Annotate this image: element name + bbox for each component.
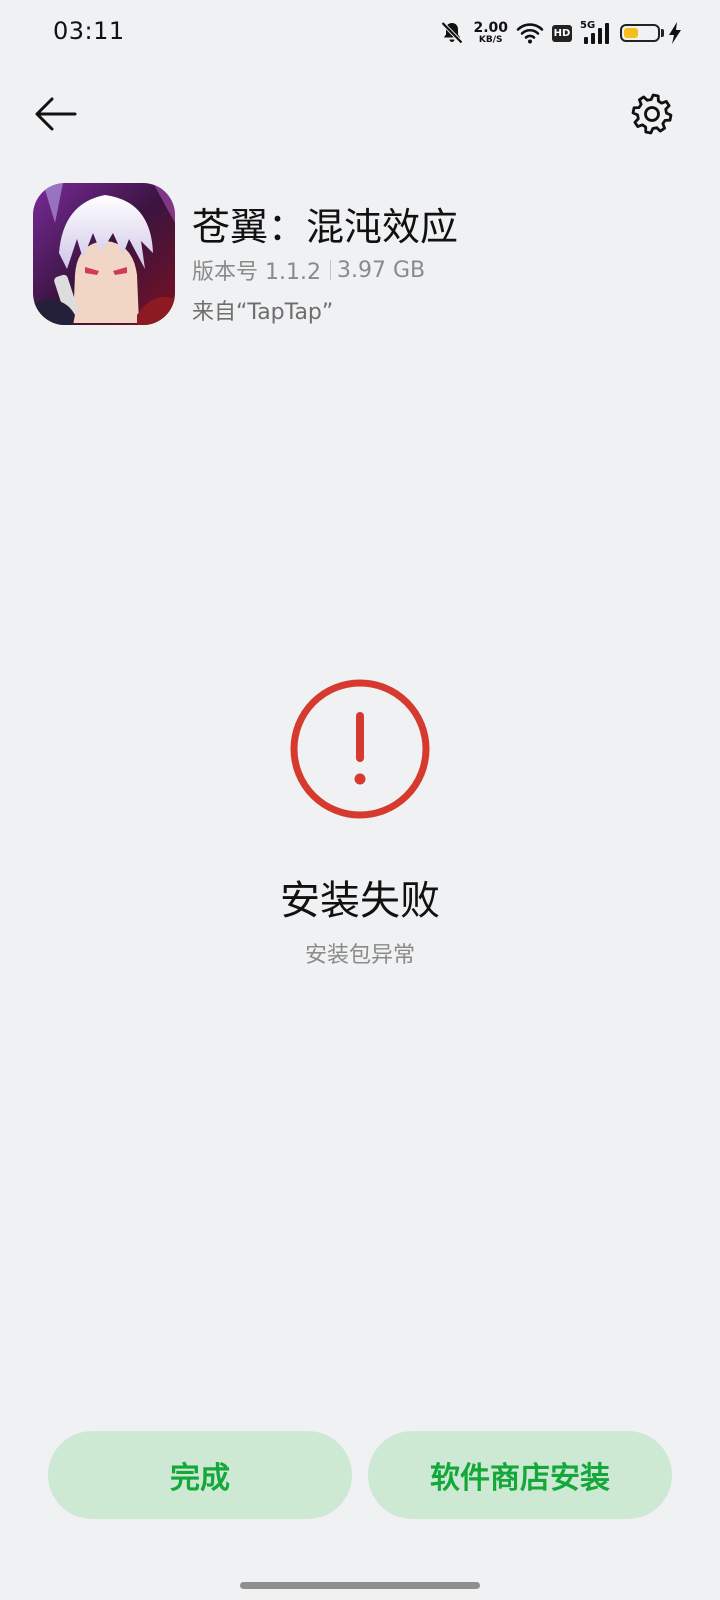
result-title: 安装失败	[280, 878, 440, 924]
status-bar: 03:11 2.00 KB/S HD 5G	[0, 0, 720, 64]
store-install-button[interactable]: 软件商店安装	[368, 1431, 672, 1519]
settings-button[interactable]	[624, 88, 680, 144]
battery-icon	[620, 24, 664, 42]
network-speed-unit: KB/S	[478, 35, 503, 45]
app-source: 来自“TapTap”	[192, 300, 334, 325]
app-version: 版本号 1.1.2	[192, 260, 321, 285]
app-name: 苍翼：混沌效应	[192, 205, 459, 249]
done-button[interactable]: 完成	[48, 1431, 352, 1519]
app-meta: 版本号 1.1.2 3.97 GB	[192, 254, 425, 286]
back-button[interactable]	[28, 88, 84, 144]
network-speed: 2.00 KB/S	[473, 21, 508, 45]
install-result-screen: 03:11 2.00 KB/S HD 5G 苍翼：混沌效应 版本号 1.1.2 …	[0, 0, 720, 1600]
network-speed-value: 2.00	[473, 20, 508, 36]
error-circle-icon	[287, 676, 433, 822]
home-indicator[interactable]	[240, 1582, 480, 1589]
status-icons: 2.00 KB/S HD 5G	[439, 18, 682, 48]
battery-level-fill	[624, 28, 638, 38]
charging-bolt-icon	[668, 21, 682, 45]
signal-icon: 5G	[580, 20, 612, 45]
mute-bell-icon	[439, 20, 465, 46]
status-time: 03:11	[53, 17, 125, 45]
wifi-icon	[516, 21, 544, 45]
app-size: 3.97 GB	[336, 257, 426, 283]
gear-icon	[629, 91, 675, 141]
hd-icon: HD	[552, 24, 572, 42]
result-subtitle: 安装包异常	[304, 943, 415, 968]
back-arrow-icon	[33, 96, 79, 136]
app-icon	[33, 183, 175, 325]
meta-divider	[329, 260, 331, 280]
